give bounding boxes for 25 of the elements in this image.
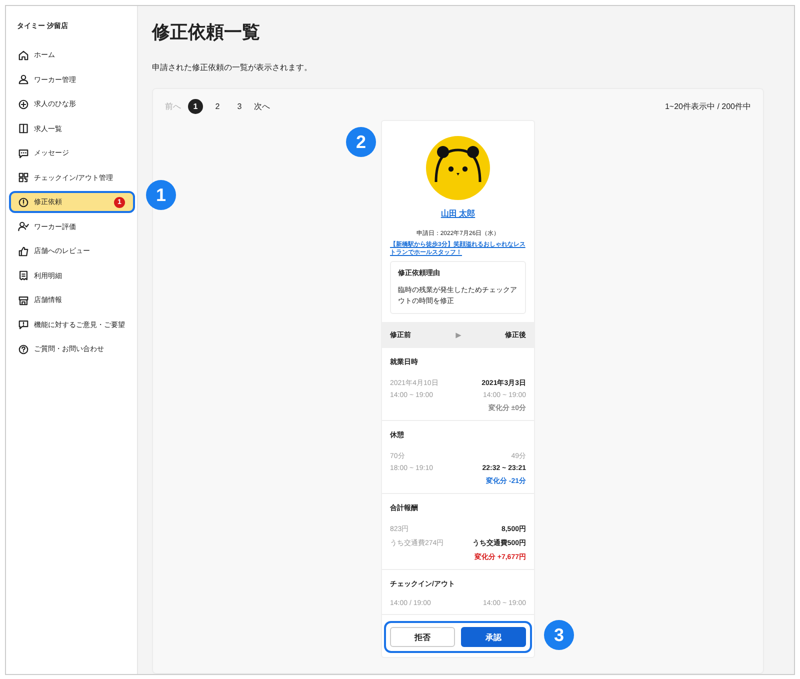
- avatar-icon: [426, 136, 490, 200]
- alert-icon: [18, 196, 29, 208]
- qr-code-icon: [18, 172, 29, 183]
- reject-button[interactable]: 拒否: [390, 627, 455, 648]
- page-title: 修正依頼一覧: [152, 21, 261, 44]
- feedback-icon: [18, 319, 29, 330]
- page-number[interactable]: 3: [232, 99, 247, 114]
- worker-name-link[interactable]: 山田 太郎: [440, 208, 476, 219]
- person-check-icon: [18, 221, 29, 232]
- result-count: 1~20件表示中 / 200件中: [664, 101, 751, 112]
- page-number[interactable]: 2: [210, 99, 225, 114]
- page-description: 申請された修正依頼の一覧が表示されます。: [152, 62, 313, 73]
- person-icon: [18, 74, 29, 85]
- plus-circle-icon: [18, 98, 29, 110]
- page-number[interactable]: 1: [188, 99, 203, 114]
- next-link[interactable]: 次へ: [254, 101, 270, 112]
- receipt-icon: [18, 270, 29, 281]
- book-icon: [18, 123, 29, 134]
- thumbs-up-icon: [18, 246, 29, 256]
- help-icon: [18, 344, 29, 354]
- store-icon: [18, 294, 29, 306]
- approve-button[interactable]: 承認: [461, 627, 526, 648]
- home-icon: [18, 50, 29, 60]
- play-icon: [454, 332, 462, 339]
- chat-icon: [18, 148, 29, 158]
